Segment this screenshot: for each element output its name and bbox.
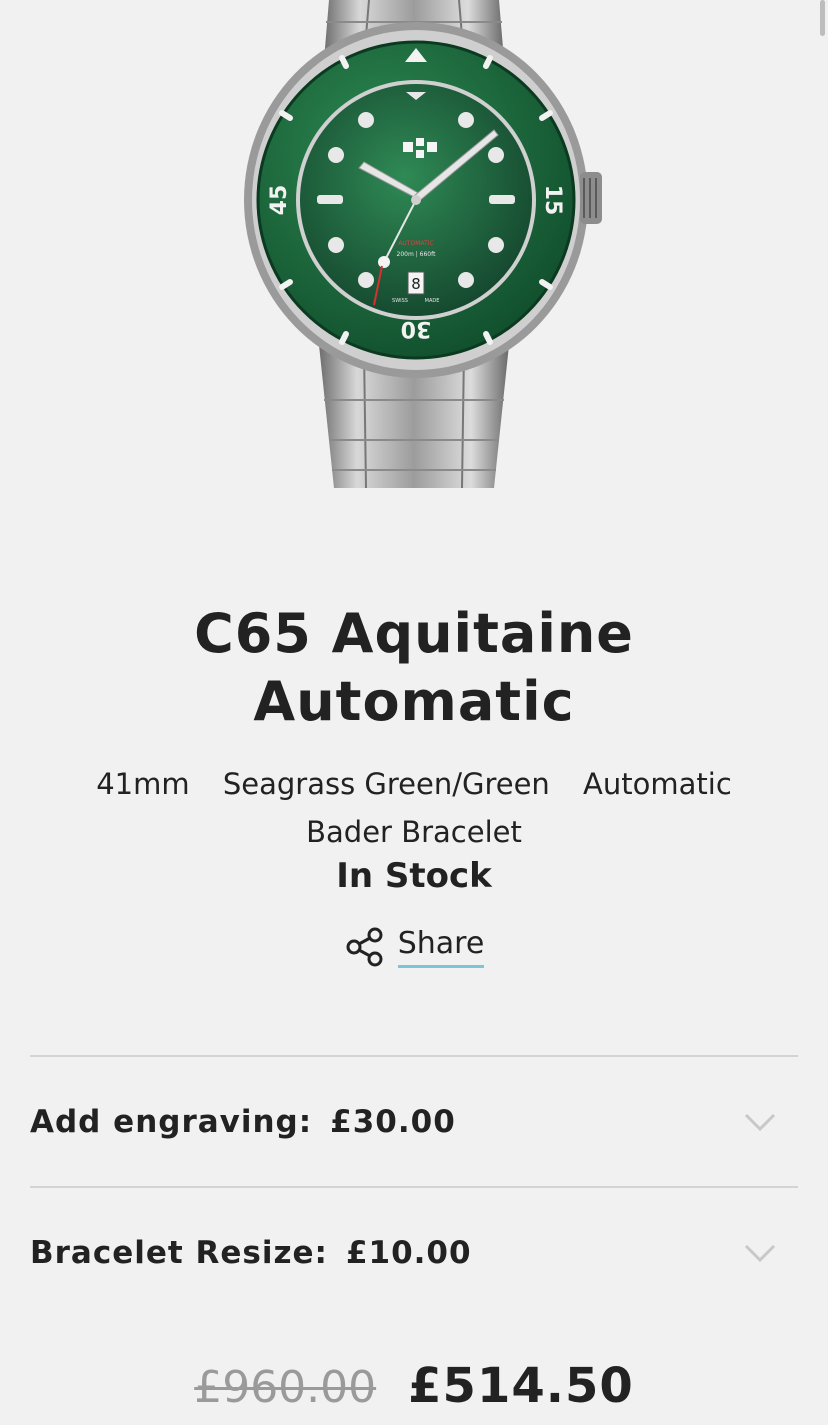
dial-swiss-text: SWISS (392, 298, 408, 304)
dial-automatic-text: AUTOMATIC (398, 240, 433, 247)
old-price: £960.00 (194, 1362, 377, 1413)
bracelet-resize-option[interactable]: Bracelet Resize: £10.00 (30, 1188, 798, 1318)
spec-strap: Bader Bracelet (306, 815, 522, 849)
dial-depth-text: 200m | 660ft (397, 251, 437, 258)
engraving-option[interactable]: Add engraving: £30.00 (30, 1057, 798, 1187)
spec-size: 41mm (96, 767, 190, 801)
product-specs: 41mm Seagrass Green/Green Automatic Bade… (0, 760, 828, 856)
bracelet-resize-price: £10.00 (345, 1235, 472, 1271)
product-title-line2: Automatic (253, 670, 575, 733)
bezel-15-label: 15 (540, 185, 565, 216)
dial-made-text: MADE (425, 298, 440, 304)
spec-color: Seagrass Green/Green (222, 767, 550, 801)
engraving-price: £30.00 (330, 1104, 456, 1140)
price-block: £960.00 £514.50 (0, 1358, 828, 1414)
date-value: 8 (411, 275, 421, 293)
spec-movement: Automatic (583, 767, 732, 801)
share-label[interactable]: Share (397, 926, 485, 968)
bezel-45-label: 45 (267, 185, 292, 216)
product-title-line1: C65 Aquitaine (194, 602, 634, 665)
product-title: C65 Aquitaine Automatic (0, 600, 828, 736)
sale-price: £514.50 (408, 1358, 634, 1414)
share-icon[interactable] (344, 926, 386, 968)
bracelet-resize-label: Bracelet Resize: (30, 1235, 328, 1271)
chevron-down-icon[interactable] (744, 1112, 776, 1132)
product-image: 45 15 30 AUTOMATIC 200m | 660ft SWISS MA… (0, 0, 828, 520)
stock-status: In Stock (336, 856, 492, 896)
chevron-down-icon[interactable] (744, 1243, 776, 1263)
bracelet-resize-option-text: Bracelet Resize: £10.00 (30, 1235, 472, 1271)
engraving-label: Add engraving: (30, 1104, 313, 1140)
share-button[interactable]: Share (0, 926, 828, 968)
engraving-option-text: Add engraving: £30.00 (30, 1104, 456, 1140)
watch-illustration: 45 15 30 AUTOMATIC 200m | 660ft SWISS MA… (244, 0, 602, 489)
